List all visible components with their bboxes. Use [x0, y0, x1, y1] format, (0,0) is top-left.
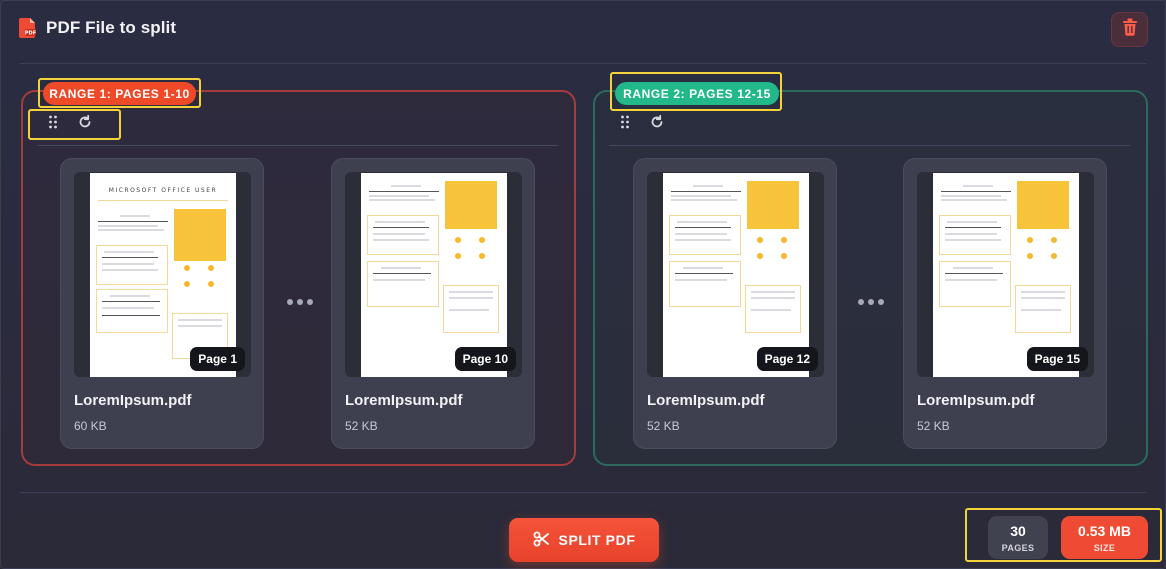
- trash-icon: [1122, 18, 1138, 41]
- pages-count-stat: 30 PAGES: [988, 516, 1048, 559]
- more-pages-icon: [858, 299, 884, 305]
- range-2-badge: RANGE 2: PAGES 12-15: [615, 82, 779, 105]
- rotate-icon[interactable]: [650, 115, 664, 129]
- header-divider: [20, 63, 1146, 64]
- size-value: 0.53 MB: [1078, 523, 1131, 539]
- pdf-split-panel: PDF PDF File to split RANGE 1: PAGES 1-1…: [0, 0, 1166, 569]
- page-number-badge: Page 15: [1026, 347, 1088, 371]
- pdf-file-icon: PDF: [19, 18, 36, 38]
- page-number-badge: Page 10: [454, 347, 516, 371]
- more-pages-icon: [287, 299, 313, 305]
- range-1-tools: [46, 115, 92, 129]
- range-2-tools: [618, 115, 664, 129]
- delete-button[interactable]: [1111, 12, 1148, 47]
- range-2-divider: [609, 145, 1130, 146]
- footer-divider: [20, 492, 1146, 493]
- range-1-divider: [37, 145, 558, 146]
- drag-handle-icon[interactable]: [46, 115, 60, 129]
- split-pdf-button[interactable]: SPLIT PDF: [509, 518, 659, 562]
- title-wrap: PDF PDF File to split: [19, 18, 176, 38]
- page-card[interactable]: Page 10 LoremIpsum.pdf 52 KB: [331, 158, 535, 449]
- page-thumbnail: MICROSOFT OFFICE USER Page 1: [74, 172, 251, 377]
- page-thumbnail: Page 12: [647, 172, 824, 377]
- page-number-badge: Page 1: [190, 347, 245, 371]
- size-label: SIZE: [1093, 543, 1116, 553]
- file-name: LoremIpsum.pdf: [345, 392, 463, 409]
- file-size: 52 KB: [345, 419, 378, 433]
- page-number-badge: Page 12: [756, 347, 818, 371]
- header: PDF PDF File to split: [1, 1, 1166, 63]
- file-size-stat: 0.53 MB SIZE: [1061, 516, 1148, 559]
- svg-text:PDF: PDF: [25, 31, 36, 37]
- page-card[interactable]: Page 12 LoremIpsum.pdf 52 KB: [633, 158, 837, 449]
- file-size: 52 KB: [917, 419, 950, 433]
- pages-value: 30: [1010, 523, 1026, 539]
- file-size: 60 KB: [74, 419, 107, 433]
- split-pdf-label: SPLIT PDF: [558, 532, 636, 548]
- pages-label: PAGES: [1001, 543, 1035, 553]
- page-card[interactable]: Page 15 LoremIpsum.pdf 52 KB: [903, 158, 1107, 449]
- rotate-icon[interactable]: [78, 115, 92, 129]
- drag-handle-icon[interactable]: [618, 115, 632, 129]
- file-name: LoremIpsum.pdf: [74, 392, 192, 409]
- scissors-icon: [533, 531, 549, 550]
- file-name: LoremIpsum.pdf: [917, 392, 1035, 409]
- page-title: PDF File to split: [46, 18, 177, 37]
- page-thumbnail: Page 15: [917, 172, 1094, 377]
- file-name: LoremIpsum.pdf: [647, 392, 765, 409]
- page-thumbnail: Page 10: [345, 172, 522, 377]
- document-heading: MICROSOFT OFFICE USER: [108, 187, 218, 194]
- file-size: 52 KB: [647, 419, 680, 433]
- page-card[interactable]: MICROSOFT OFFICE USER Page 1 LoremIpsum.…: [60, 158, 264, 449]
- range-1-badge: RANGE 1: PAGES 1-10: [43, 82, 196, 105]
